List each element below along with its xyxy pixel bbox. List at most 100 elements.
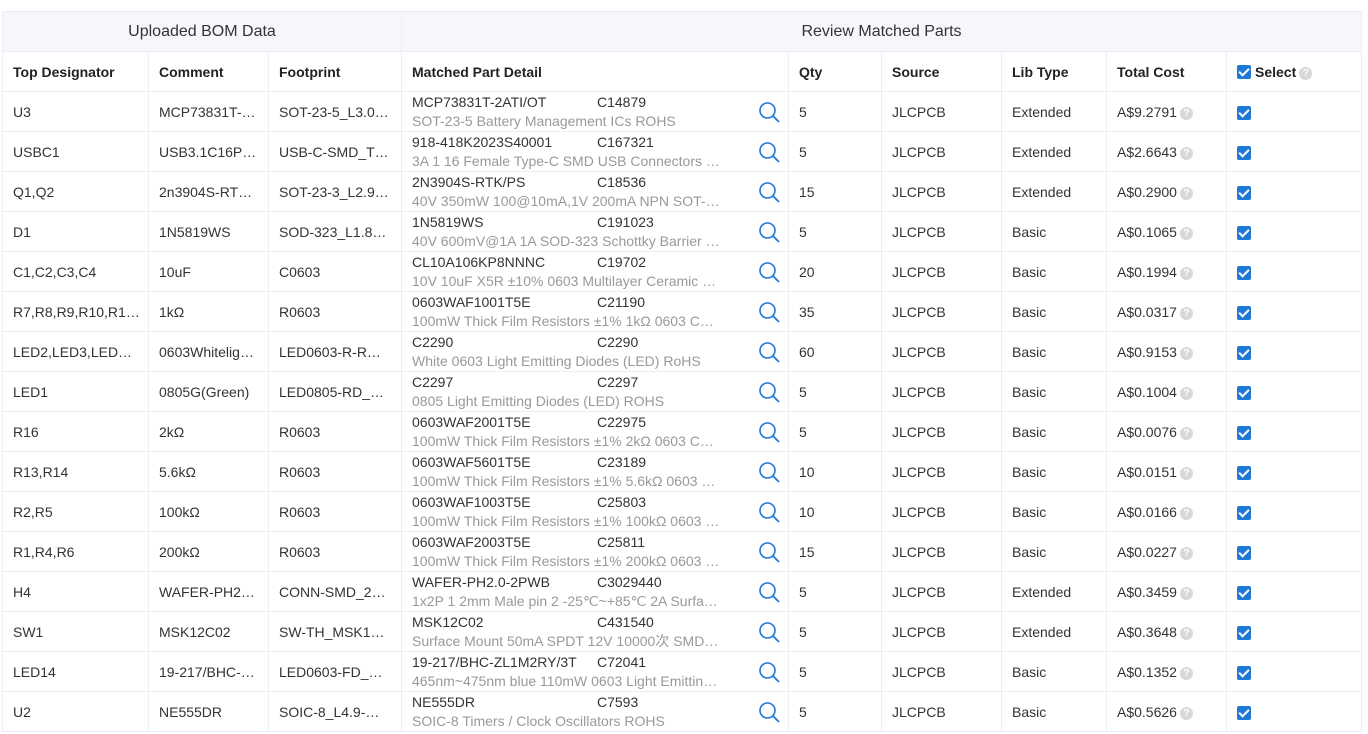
lcsc-part-number[interactable]: C14879 — [597, 93, 646, 112]
search-icon[interactable] — [758, 341, 780, 363]
qty-cell: 5 — [788, 411, 882, 452]
row-select-checkbox[interactable] — [1237, 425, 1251, 440]
cost-help-icon[interactable]: ? — [1179, 146, 1193, 160]
search-icon[interactable] — [758, 461, 780, 483]
lcsc-part-number[interactable]: C22975 — [597, 413, 646, 432]
cost-help-icon[interactable]: ? — [1179, 426, 1193, 440]
matched-part-detail-cell: MCP73831T-2ATI/OT C14879 SOT-23-5 Batter… — [401, 91, 789, 132]
cost-help-icon[interactable]: ? — [1179, 306, 1193, 320]
search-icon[interactable] — [758, 181, 780, 203]
lib-type-cell: Basic — [1001, 251, 1107, 292]
cost-help-icon[interactable]: ? — [1179, 106, 1193, 120]
lcsc-part-number[interactable]: C2297 — [597, 373, 638, 392]
lcsc-part-number[interactable]: C2290 — [597, 333, 638, 352]
mpn-text[interactable]: 0603WAF5601T5E — [412, 453, 597, 472]
lcsc-part-number[interactable]: C25803 — [597, 493, 646, 512]
search-icon[interactable] — [758, 261, 780, 283]
row-select-checkbox[interactable] — [1237, 265, 1251, 280]
row-select-checkbox[interactable] — [1237, 585, 1251, 600]
cost-help-icon[interactable]: ? — [1179, 186, 1193, 200]
cost-help-icon[interactable]: ? — [1179, 546, 1193, 560]
mpn-text[interactable]: 2N3904S-RTK/PS — [412, 173, 597, 192]
mpn-text[interactable]: 0603WAF1001T5E — [412, 293, 597, 312]
row-select-checkbox[interactable] — [1237, 145, 1251, 160]
lcsc-part-number[interactable]: C431540 — [597, 613, 654, 632]
cost-help-icon[interactable]: ? — [1179, 706, 1193, 720]
row-select-checkbox[interactable] — [1237, 345, 1251, 360]
search-icon[interactable] — [758, 621, 780, 643]
lcsc-part-number[interactable]: C191023 — [597, 213, 654, 232]
search-icon[interactable] — [758, 661, 780, 683]
select-cell — [1226, 651, 1362, 692]
row-select-checkbox[interactable] — [1237, 625, 1251, 640]
mpn-text[interactable]: 0603WAF2001T5E — [412, 413, 597, 432]
row-select-checkbox[interactable] — [1237, 105, 1251, 120]
lcsc-part-number[interactable]: C18536 — [597, 173, 646, 192]
comment-cell: 1kΩ — [148, 291, 269, 332]
row-select-checkbox[interactable] — [1237, 225, 1251, 240]
cost-help-icon[interactable]: ? — [1179, 626, 1193, 640]
select-cell — [1226, 531, 1362, 572]
search-icon[interactable] — [758, 581, 780, 603]
cost-help-icon[interactable]: ? — [1179, 506, 1193, 520]
search-icon[interactable] — [758, 421, 780, 443]
lcsc-part-number[interactable]: C167321 — [597, 133, 654, 152]
comment-cell: 10uF — [148, 251, 269, 292]
comment-cell: 2n3904S-RT… — [148, 171, 269, 212]
search-icon[interactable] — [758, 381, 780, 403]
search-icon[interactable] — [758, 541, 780, 563]
source-cell: JLCPCB — [881, 171, 1002, 212]
row-select-checkbox[interactable] — [1237, 385, 1251, 400]
select-cell — [1226, 291, 1362, 332]
search-icon[interactable] — [758, 141, 780, 163]
comment-cell: 19-217/BHC-… — [148, 651, 269, 692]
cost-help-icon[interactable]: ? — [1179, 666, 1193, 680]
cost-help-icon[interactable]: ? — [1179, 386, 1193, 400]
search-icon[interactable] — [758, 301, 780, 323]
cost-help-icon[interactable]: ? — [1179, 586, 1193, 600]
mpn-text[interactable]: 0603WAF1003T5E — [412, 493, 597, 512]
mpn-text[interactable]: NE555DR — [412, 693, 597, 712]
lcsc-part-number[interactable]: C23189 — [597, 453, 646, 472]
mpn-text[interactable]: 0603WAF2003T5E — [412, 533, 597, 552]
total-cost-cell: A$0.5626? — [1106, 691, 1227, 732]
row-select-checkbox[interactable] — [1237, 305, 1251, 320]
row-select-checkbox[interactable] — [1237, 505, 1251, 520]
mpn-text[interactable]: C2297 — [412, 373, 597, 392]
mpn-text[interactable]: 1N5819WS — [412, 213, 597, 232]
part-description: 10V 10uF X5R ±10% 0603 Multilayer Cerami… — [412, 272, 717, 289]
cost-value: A$0.2900 — [1117, 183, 1177, 200]
mpn-text[interactable]: MSK12C02 — [412, 613, 597, 632]
cost-help-icon[interactable]: ? — [1179, 226, 1193, 240]
select-cell — [1226, 211, 1362, 252]
select-help-icon[interactable]: ? — [1299, 66, 1313, 80]
lcsc-part-number[interactable]: C19702 — [597, 253, 646, 272]
search-icon[interactable] — [758, 221, 780, 243]
row-select-checkbox[interactable] — [1237, 185, 1251, 200]
select-cell — [1226, 491, 1362, 532]
search-icon[interactable] — [758, 501, 780, 523]
lcsc-part-number[interactable]: C25811 — [597, 533, 645, 552]
table-row: H4 WAFER-PH2… CONN-SMD_2… WAFER-PH2.0-2P… — [2, 571, 1362, 612]
mpn-text[interactable]: CL10A106KP8NNNC — [412, 253, 597, 272]
search-icon[interactable] — [758, 701, 780, 723]
cost-help-icon[interactable]: ? — [1179, 266, 1193, 280]
mpn-text[interactable]: 19-217/BHC-ZL1M2RY/3T — [412, 653, 597, 672]
mpn-text[interactable]: 918-418K2023S40001 — [412, 133, 597, 152]
search-icon[interactable] — [758, 101, 780, 123]
mpn-text[interactable]: C2290 — [412, 333, 597, 352]
row-select-checkbox[interactable] — [1237, 665, 1251, 680]
row-select-checkbox[interactable] — [1237, 545, 1251, 560]
lcsc-part-number[interactable]: C21190 — [597, 293, 645, 312]
lcsc-part-number[interactable]: C3029440 — [597, 573, 662, 592]
cost-help-icon[interactable]: ? — [1179, 346, 1193, 360]
cost-help-icon[interactable]: ? — [1179, 466, 1193, 480]
mpn-text[interactable]: WAFER-PH2.0-2PWB — [412, 573, 597, 592]
select-all-checkbox[interactable] — [1237, 64, 1251, 79]
col-header-comment: Comment — [148, 51, 269, 92]
lcsc-part-number[interactable]: C72041 — [597, 653, 646, 672]
mpn-text[interactable]: MCP73831T-2ATI/OT — [412, 93, 597, 112]
lcsc-part-number[interactable]: C7593 — [597, 693, 638, 712]
row-select-checkbox[interactable] — [1237, 705, 1251, 720]
row-select-checkbox[interactable] — [1237, 465, 1251, 480]
